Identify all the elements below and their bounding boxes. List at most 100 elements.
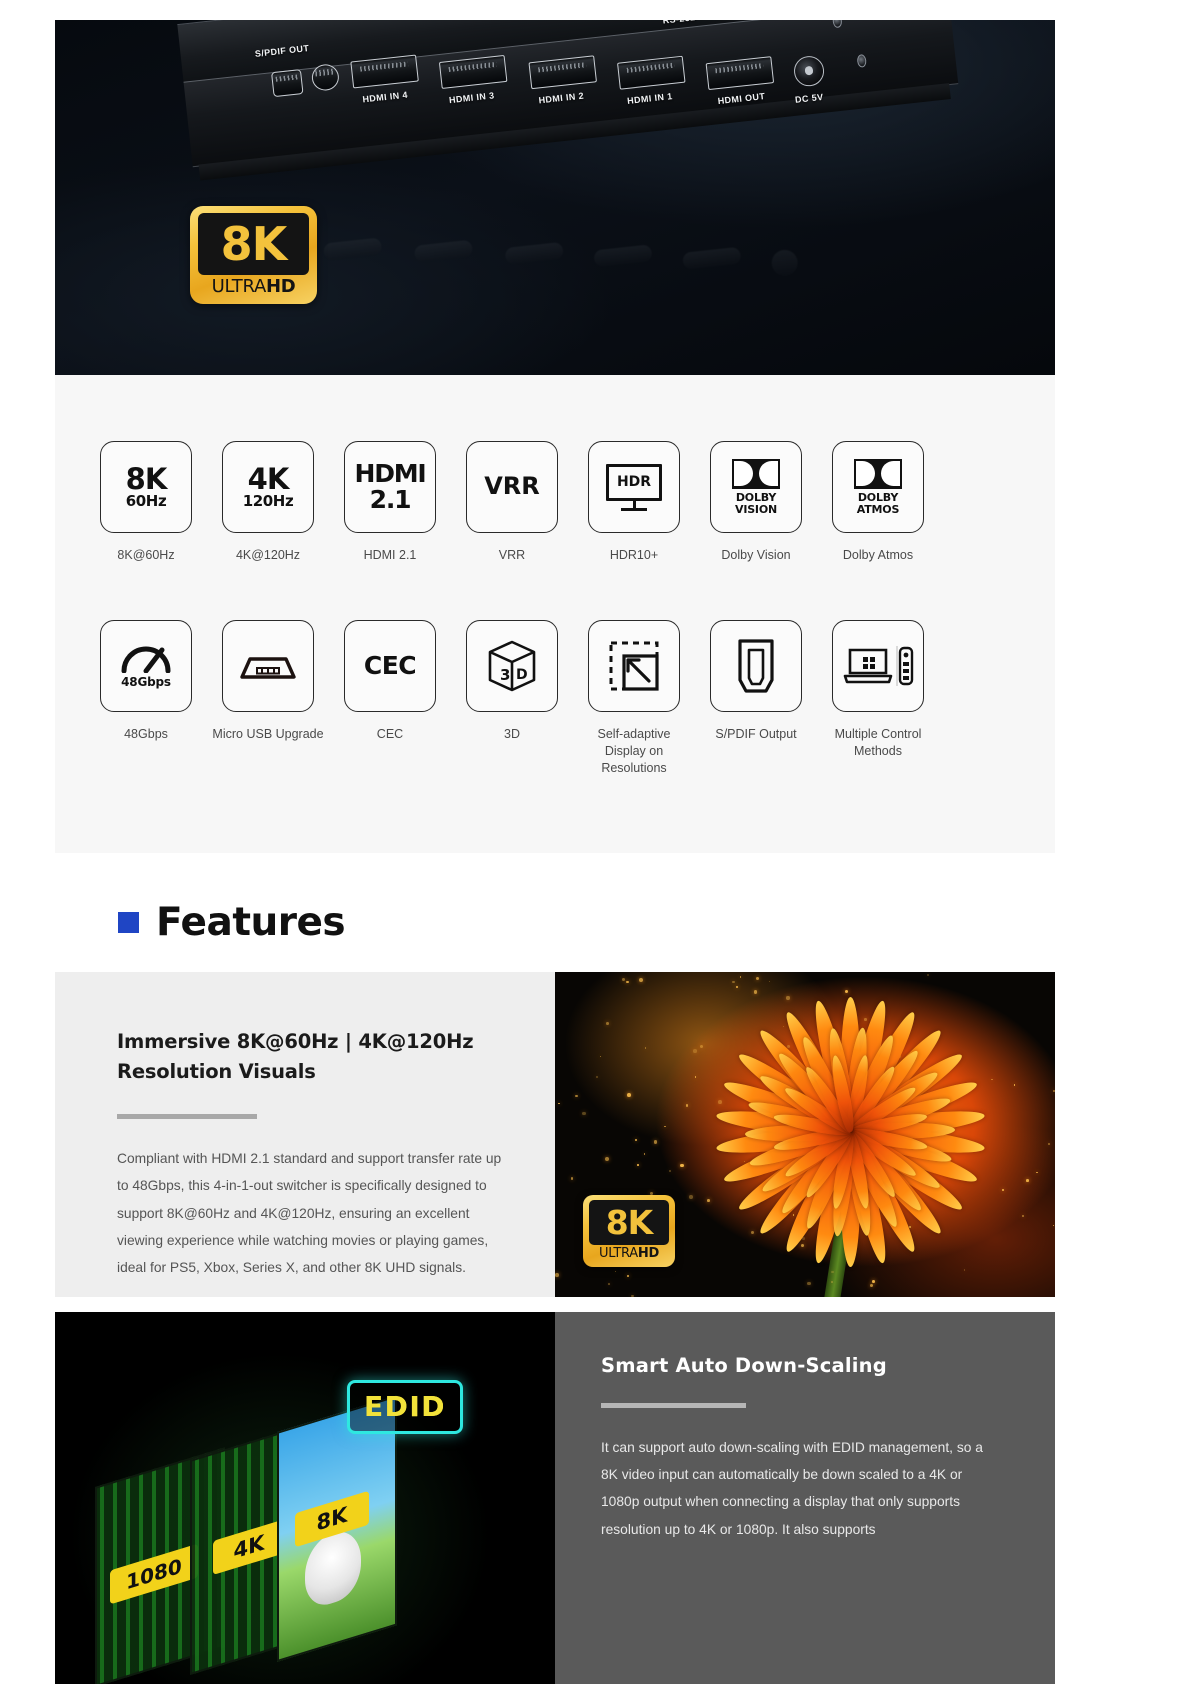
spec-label-self-adaptive: Self-adaptive Display on Resolutions	[578, 726, 690, 777]
badge-8k-ultra-hd: 8K ULTRAHD	[190, 206, 317, 304]
spec-label-vrr: VRR	[499, 547, 525, 564]
spec-label-dolby-vision: Dolby Vision	[721, 547, 790, 564]
spec-label-micro-usb: Micro USB Upgrade	[212, 726, 323, 743]
feature-1-badge-hd: HD	[638, 1246, 659, 1261]
feature-1-image: 8K ULTRAHD	[555, 972, 1055, 1297]
spec-item-micro-usb: Micro USB Upgrade	[207, 620, 329, 777]
icon-text-main: DOLBY	[735, 492, 777, 504]
gauge-48gbps-icon: 48Gbps	[100, 620, 192, 712]
feature-2-text-panel: Smart Auto Down-Scaling It can support a…	[555, 1312, 1055, 1684]
dolby-atmos-icon: DOLBY ATMOS	[832, 441, 924, 533]
spec-label-8k60: 8K@60Hz	[117, 547, 174, 564]
icon-text-sub: ATMOS	[857, 504, 899, 516]
spdif-out-port	[271, 69, 304, 97]
multi-control-icon	[832, 620, 924, 712]
spec-item-cec: CEC CEC	[329, 620, 451, 777]
spec-item-dolby-vision: DOLBY VISION Dolby Vision	[695, 441, 817, 564]
edid-chip-label: EDID	[364, 1390, 446, 1423]
auto-scale-icon	[588, 620, 680, 712]
feature-card-1: Immersive 8K@60Hz | 4K@120Hz Resolution …	[55, 972, 1055, 1297]
dolby-vision-icon: DOLBY VISION	[710, 441, 802, 533]
spec-item-8k60: 8K 60Hz 8K@60Hz	[85, 441, 207, 564]
monitor-neck-shape	[633, 501, 636, 508]
feature-1-badge-8k: 8K ULTRAHD	[583, 1195, 675, 1267]
icon-text-main: 48Gbps	[121, 675, 171, 689]
spec-label-4k120: 4K@120Hz	[236, 547, 300, 564]
spec-item-multi-control: Multiple Control Methods	[817, 620, 939, 777]
micro-usb-icon	[222, 620, 314, 712]
spec-item-48gbps: 48Gbps 48Gbps	[85, 620, 207, 777]
3d-cube-icon: 3 D	[466, 620, 558, 712]
spec-label-spdif: S/PDIF Output	[715, 726, 796, 743]
spec-item-hdmi21: HDMI 2.1 HDMI 2.1	[329, 441, 451, 564]
spec-icons-panel: 8K 60Hz 8K@60Hz 4K 120Hz 4K@120Hz HDMI 2…	[55, 375, 1055, 853]
icon-text-sub: VISION	[735, 504, 777, 516]
spec-item-spdif: S/PDIF Output	[695, 620, 817, 777]
feature-1-badge-ultra: ULTRA	[599, 1246, 638, 1261]
badge-8k-ultra: ULTRA	[212, 276, 266, 297]
cec-icon: CEC	[344, 620, 436, 712]
micro-usb-glyph	[237, 651, 299, 681]
monitor-screen-shape: HDR	[606, 464, 662, 501]
spec-item-3d: 3 D 3D	[451, 620, 573, 777]
badge-8k-main: 8K	[221, 221, 287, 267]
spec-label-hdr10plus: HDR10+	[610, 547, 658, 564]
8k-60hz-icon: 8K 60Hz	[100, 441, 192, 533]
feature-1-text-panel: Immersive 8K@60Hz | 4K@120Hz Resolution …	[55, 972, 555, 1297]
icon-text-sub: 120Hz	[243, 494, 294, 509]
icon-text-main: HDR	[617, 474, 651, 490]
feature-1-badge-main: 8K	[606, 1206, 653, 1239]
feature-2-body: It can support auto down-scaling with ED…	[601, 1434, 995, 1543]
feature-1-title: Immersive 8K@60Hz | 4K@120Hz Resolution …	[117, 1027, 509, 1086]
feature-card-2: 1080 4K 8K EDID Smart Auto Down-Scaling …	[55, 1312, 1055, 1684]
hdmi-21-icon: HDMI 2.1	[344, 441, 436, 533]
icon-text-main: VRR	[484, 475, 540, 499]
dolby-double-d-mark	[854, 459, 902, 489]
monitor-base-shape	[621, 508, 647, 511]
spec-row-1: 8K 60Hz 8K@60Hz 4K 120Hz 4K@120Hz HDMI 2…	[55, 441, 1055, 564]
blue-square-bullet-icon	[118, 912, 139, 933]
feature-2-divider	[601, 1403, 746, 1408]
spec-item-self-adaptive: Self-adaptive Display on Resolutions	[573, 620, 695, 777]
spec-label-3d: 3D	[504, 726, 520, 743]
icon-text-sub: 2.1	[354, 488, 425, 513]
feature-1-badge-box: 8K	[589, 1200, 669, 1245]
feature-1-divider	[117, 1114, 257, 1119]
icon-text-main: 8K	[126, 465, 167, 493]
spec-label-dolby-atmos: Dolby Atmos	[843, 547, 913, 564]
icon-text-main: CEC	[364, 654, 416, 679]
spec-item-dolby-atmos: DOLBY ATMOS Dolby Atmos	[817, 441, 939, 564]
spec-label-hdmi21: HDMI 2.1	[364, 547, 417, 564]
badge-8k-text-box: 8K	[198, 213, 309, 275]
feature-1-badge-sub: ULTRAHD	[589, 1247, 669, 1260]
icon-text-main: HDMI	[354, 462, 425, 487]
dolby-double-d-mark	[732, 459, 780, 489]
spec-item-4k120: 4K 120Hz 4K@120Hz	[207, 441, 329, 564]
spec-label-cec: CEC	[377, 726, 403, 743]
hdr-monitor-icon: HDR	[588, 441, 680, 533]
badge-8k-hd: HD	[266, 276, 295, 297]
features-heading: Features	[118, 900, 345, 945]
laptop-and-remote-glyph	[842, 644, 914, 688]
resize-arrow-glyph	[608, 640, 660, 692]
edid-chip-badge: EDID	[347, 1380, 463, 1434]
optical-port-glyph	[737, 638, 775, 694]
spdif-optical-icon	[710, 620, 802, 712]
feature-2-title: Smart Auto Down-Scaling	[601, 1354, 995, 1377]
svg-text:3: 3	[500, 666, 510, 684]
product-page: S/PDIF OUT HDMI IN 4 HDMI IN 3 HDMI IN 2…	[0, 0, 1190, 1684]
icon-text-main: DOLBY	[857, 492, 899, 504]
feature-1-body: Compliant with HDMI 2.1 standard and sup…	[117, 1145, 509, 1281]
spec-row-2: 48Gbps 48Gbps Micro USB Upgrade CEC CEC …	[55, 620, 1055, 777]
spec-label-multi-control: Multiple Control Methods	[822, 726, 934, 760]
icon-text-sub: 60Hz	[126, 494, 167, 509]
cube-3d-glyph: 3 D	[485, 638, 539, 694]
hero-image: S/PDIF OUT HDMI IN 4 HDMI IN 3 HDMI IN 2…	[55, 20, 1055, 375]
page-title: Features	[156, 900, 345, 945]
svg-text:D: D	[516, 667, 528, 683]
4k-120hz-icon: 4K 120Hz	[222, 441, 314, 533]
spec-item-vrr: VRR VRR	[451, 441, 573, 564]
icon-text-main: 4K	[243, 465, 294, 493]
badge-8k-subtitle: ULTRAHD	[198, 278, 309, 296]
spec-item-hdr10plus: HDR HDR10+	[573, 441, 695, 564]
